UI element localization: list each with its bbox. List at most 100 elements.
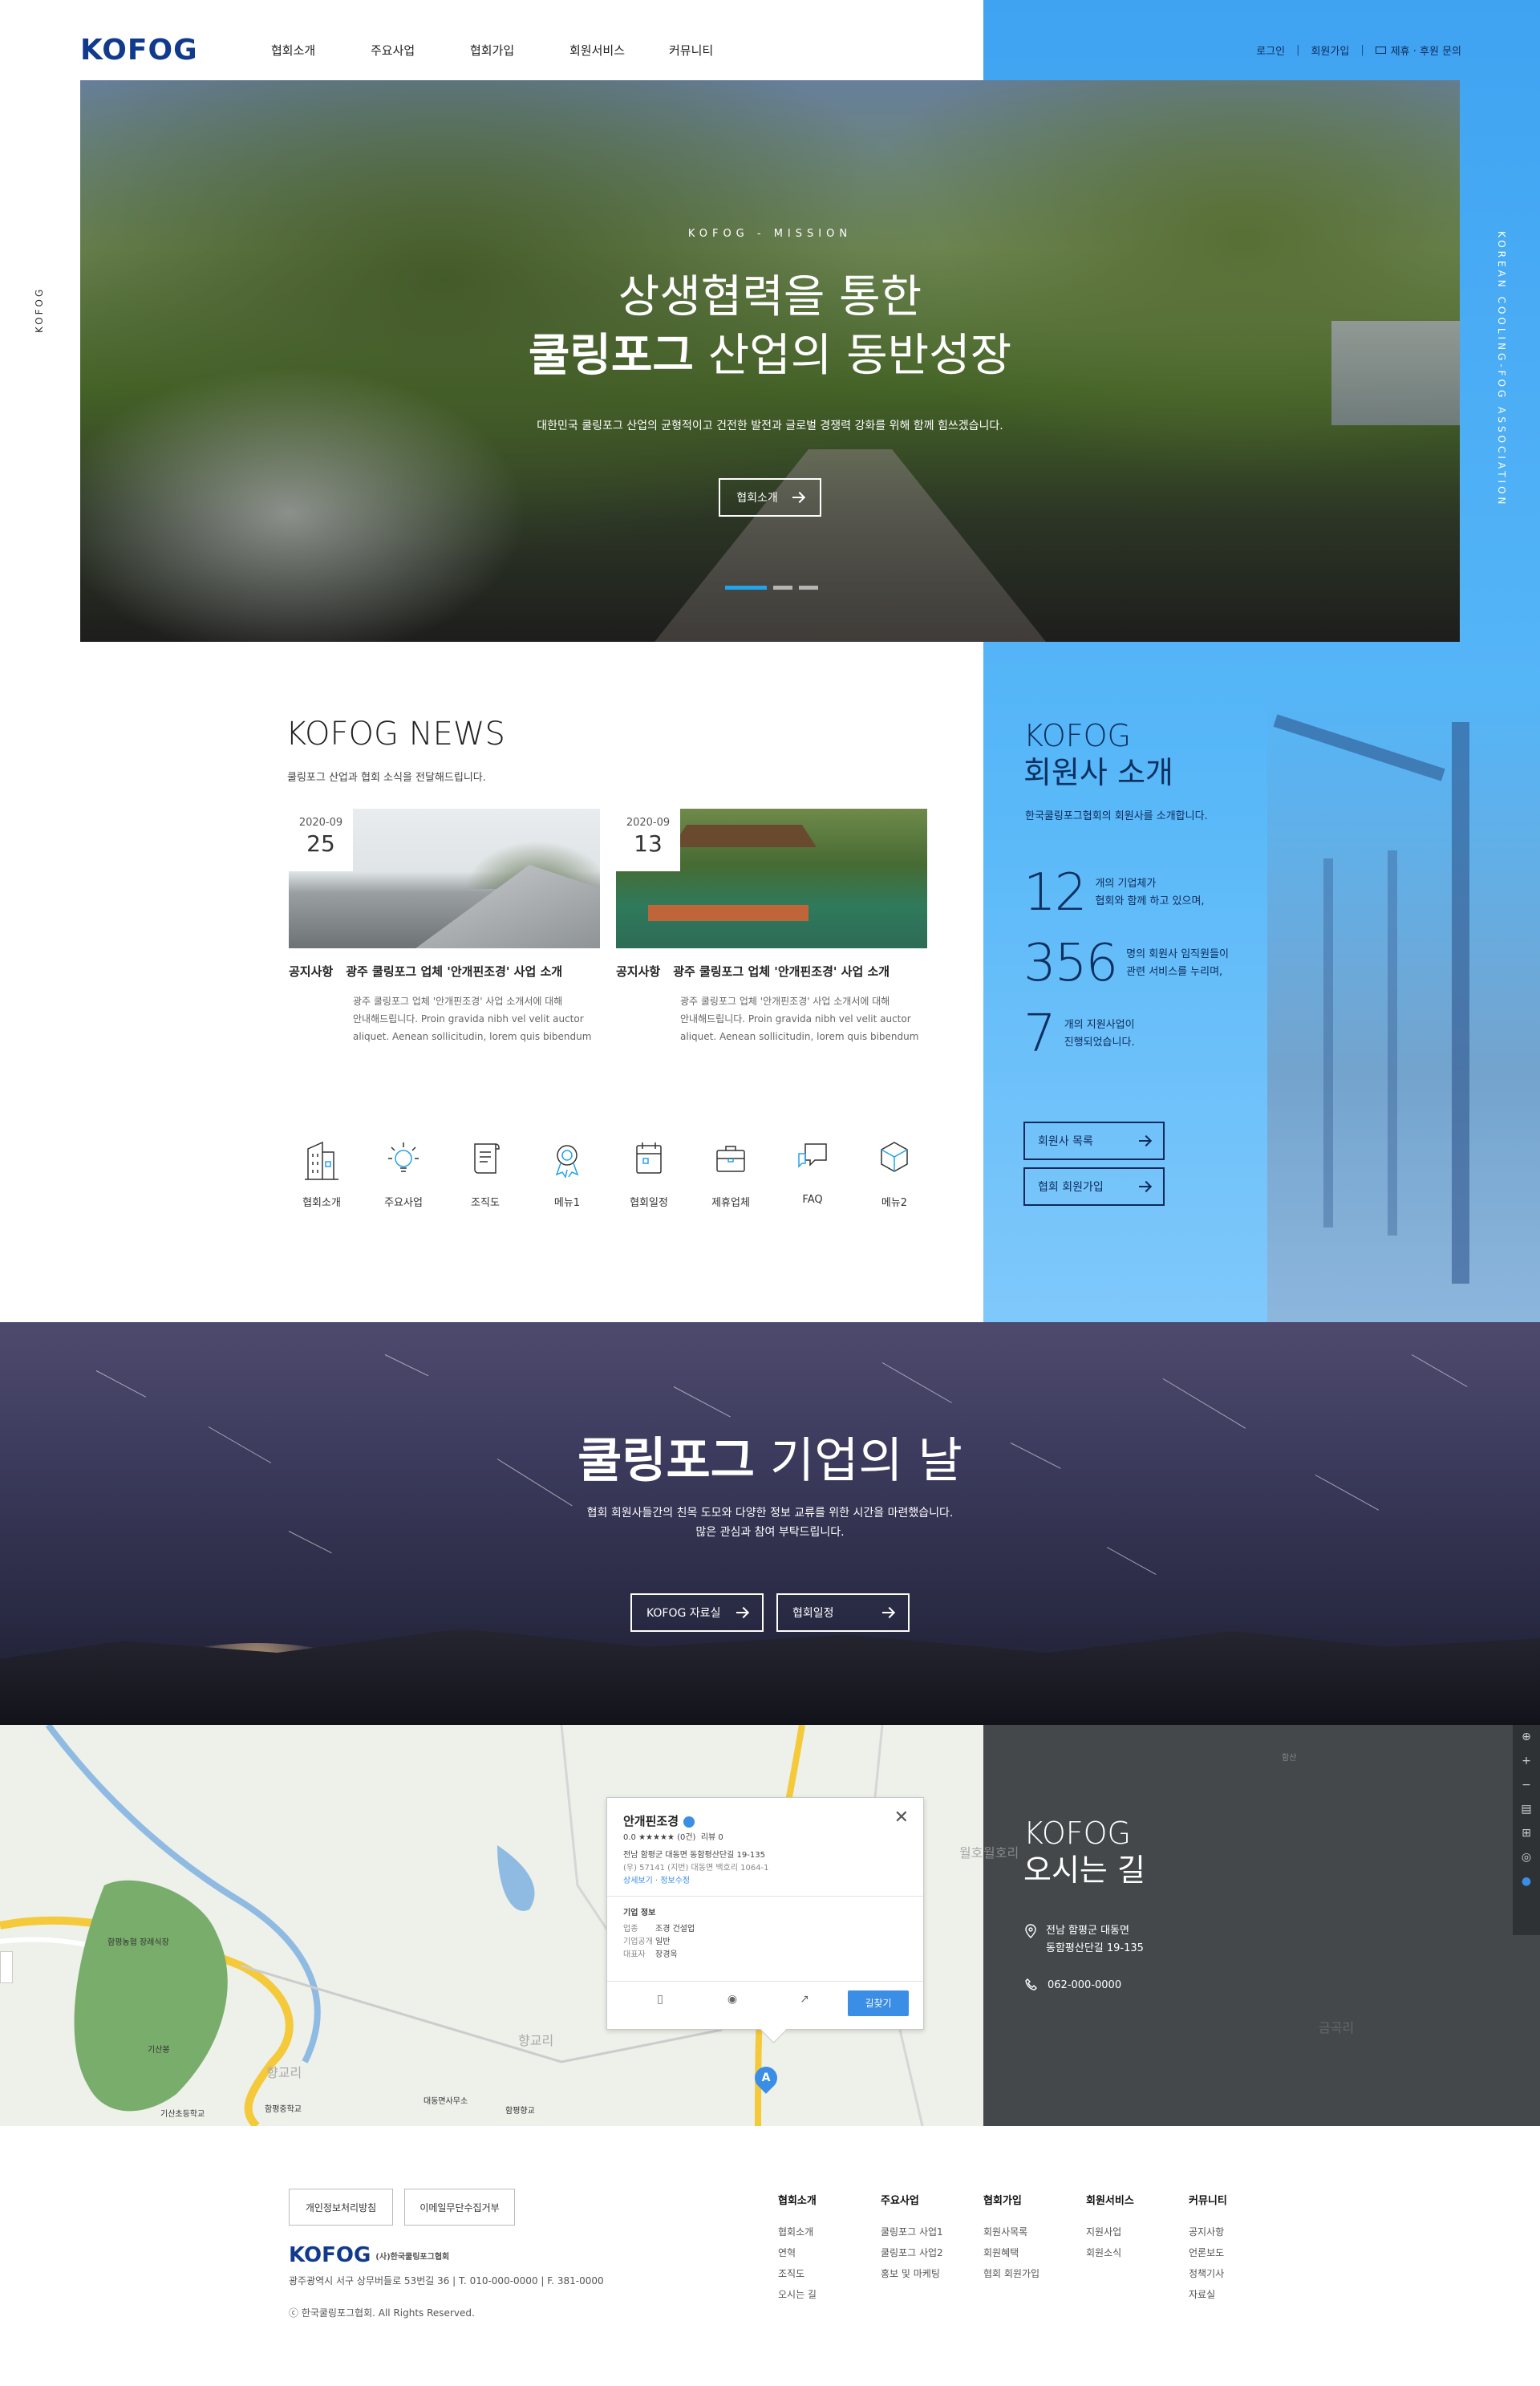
find-route-button[interactable]: 길찾기: [848, 1990, 909, 2016]
footer-link[interactable]: 공지사항: [1189, 2222, 1291, 2242]
footer-link[interactable]: 조직도: [778, 2263, 881, 2284]
site-logo[interactable]: KOFOG: [80, 34, 198, 67]
footer-link[interactable]: 홍보 및 마케팅: [881, 2263, 983, 2284]
info-row: 대표자 장경옥: [623, 1949, 678, 1961]
member-list-button[interactable]: 회원사 목록: [1023, 1122, 1165, 1160]
footer-col-title[interactable]: 주요사업: [881, 2192, 983, 2207]
footer-link[interactable]: 쿨링포그 사업2: [881, 2242, 983, 2263]
stat-companies: 12 개의 기업체가 협회와 함께 하고 있으며,: [1023, 863, 1205, 923]
quick-item-org[interactable]: 조직도: [444, 1138, 526, 1209]
news-card[interactable]: 2020-09 13 공지사항 광주 쿨링포그 업체 '안개핀조경' 사업 소개 …: [616, 809, 927, 1045]
news-date-day: 25: [306, 830, 335, 857]
archive-button[interactable]: KOFOG 자료실: [630, 1593, 764, 1632]
news-heading[interactable]: 공지사항 광주 쿨링포그 업체 '안개핀조경' 사업 소개: [289, 963, 600, 980]
footer-col-title[interactable]: 협회소개: [778, 2192, 881, 2207]
quick-item-partner[interactable]: 제휴업체: [690, 1138, 772, 1209]
member-join-button[interactable]: 협회 회원가입: [1023, 1167, 1165, 1206]
info-value: 장경옥: [655, 1950, 678, 1959]
quick-item-schedule[interactable]: 협회일정: [608, 1138, 690, 1209]
join-link[interactable]: 회원가입: [1311, 43, 1349, 58]
news-card[interactable]: 2020-09 25 공지사항 광주 쿨링포그 업체 '안개핀조경' 사업 소개 …: [289, 809, 600, 1045]
place-name: 안개핀조경: [623, 1812, 695, 1829]
contact-link[interactable]: 제휴 · 후원 문의: [1391, 43, 1461, 58]
map-side-toggle[interactable]: [0, 1951, 13, 1983]
event-description: 협회 회원사들간의 친목 도모와 다양한 정보 교류를 위한 시간을 마련했습니…: [0, 1503, 1540, 1542]
location-title-line1: KOFOG: [1023, 1816, 1131, 1851]
footer-col-title[interactable]: 협회가입: [983, 2192, 1086, 2207]
footer-link[interactable]: 언론보도: [1189, 2242, 1291, 2263]
button-label: 협회일정: [792, 1607, 834, 1620]
arrow-right-icon: [1139, 1140, 1150, 1142]
footer-link[interactable]: 회원사목록: [983, 2222, 1086, 2242]
news-heading[interactable]: 공지사항 광주 쿨링포그 업체 '안개핀조경' 사업 소개: [616, 963, 927, 980]
footer-link[interactable]: 지원사업: [1086, 2222, 1189, 2242]
hero-title-bold: 쿨링포그: [528, 330, 694, 382]
footer-link[interactable]: 연혁: [778, 2242, 881, 2263]
zoom-out-icon[interactable]: −: [1513, 1773, 1540, 1797]
info-title: 기업 정보: [623, 1909, 656, 1917]
close-icon[interactable]: ✕: [894, 1808, 909, 1828]
nav-item-join[interactable]: 협회가입: [470, 42, 569, 59]
footer-link[interactable]: 회원혜택: [983, 2242, 1086, 2263]
slider-dot-1[interactable]: [725, 586, 767, 590]
quick-item-label: FAQ: [802, 1194, 823, 1206]
privacy-policy-button[interactable]: 개인정보처리방침: [289, 2189, 393, 2226]
quick-item-faq[interactable]: FAQ: [772, 1138, 853, 1209]
map-marker[interactable]: A: [750, 2062, 782, 2094]
event-title: 쿨링포그 기업의 날: [0, 1422, 1540, 1491]
nav-item-about[interactable]: 협회소개: [271, 42, 371, 59]
place-links[interactable]: 상세보기 · 정보수정: [623, 1875, 690, 1887]
hero-slider: KOFOG - MISSION 상생협력을 통한 쿨링포그 산업의 동반성장 대…: [80, 80, 1460, 642]
event-title-rest: 기업의 날: [754, 1433, 962, 1489]
footer-col-title[interactable]: 커뮤니티: [1189, 2192, 1291, 2207]
quick-item-label: 협회일정: [630, 1197, 668, 1209]
slider-dot-3[interactable]: [799, 586, 818, 590]
zoom-in-icon[interactable]: +: [1513, 1749, 1540, 1773]
quick-item-label: 조직도: [471, 1197, 500, 1209]
photo-pole: [1452, 722, 1469, 1284]
map-label: 함산: [1282, 1754, 1297, 1763]
schedule-button[interactable]: 협회일정: [776, 1593, 910, 1632]
footer-link[interactable]: 협회소개: [778, 2222, 881, 2242]
map-pin-icon[interactable]: ●: [1513, 1869, 1540, 1893]
bookmark-icon[interactable]: ▯: [650, 1993, 670, 2012]
nav-item-service[interactable]: 회원서비스: [569, 42, 669, 59]
compass-icon[interactable]: ◎: [1513, 1845, 1540, 1869]
map-label: 함평농협 장례식장: [107, 1938, 169, 1947]
footer-link[interactable]: 쿨링포그 사업1: [881, 2222, 983, 2242]
location-icon[interactable]: ◉: [723, 1993, 742, 2012]
quick-item-about[interactable]: 협회소개: [281, 1138, 363, 1209]
stat-text: 개의 지원사업이 진행되었습니다.: [1064, 1016, 1135, 1052]
news-date: 2020-09 25: [289, 809, 353, 871]
footer-link[interactable]: 자료실: [1189, 2284, 1291, 2305]
divider: |: [1296, 44, 1300, 56]
footer-link[interactable]: 오시는 길: [778, 2284, 881, 2305]
email-refusal-button[interactable]: 이메일무단수집거부: [404, 2189, 515, 2226]
arrow-right-icon: [792, 497, 804, 498]
marker-label: A: [761, 2072, 771, 2084]
footer-link[interactable]: 정책기사: [1189, 2263, 1291, 2284]
quick-item-menu1[interactable]: 메뉴1: [526, 1138, 608, 1209]
stat-line: 명의 회원사 임직원들이: [1126, 948, 1230, 960]
grid-icon[interactable]: ⊞: [1513, 1821, 1540, 1845]
footer-link[interactable]: 협회 회원가입: [983, 2263, 1086, 2284]
footer-link[interactable]: 회원소식: [1086, 2242, 1189, 2263]
quick-item-menu2[interactable]: 메뉴2: [853, 1138, 935, 1209]
location-pin-icon: [1025, 1924, 1036, 1938]
stat-number: 356: [1023, 934, 1118, 993]
place-name-text: 안개핀조경: [623, 1814, 679, 1828]
hero-title-line1: 상생협력을 통한: [618, 271, 922, 323]
footer-col-title[interactable]: 회원서비스: [1086, 2192, 1189, 2207]
login-link[interactable]: 로그인: [1256, 43, 1285, 58]
quick-item-business[interactable]: 주요사업: [363, 1138, 444, 1209]
arrow-right-icon: [736, 1612, 748, 1613]
footer-copyright: ⓒ 한국쿨링포그협회. All Rights Reserved.: [289, 2307, 475, 2319]
share-icon[interactable]: ↗: [795, 1993, 814, 2012]
layers-icon[interactable]: ▤: [1513, 1797, 1540, 1821]
nav-item-community[interactable]: 커뮤니티: [669, 42, 768, 59]
slider-dot-2[interactable]: [773, 586, 792, 590]
nav-item-business[interactable]: 주요사업: [371, 42, 470, 59]
locate-icon[interactable]: ⊕: [1513, 1725, 1540, 1749]
hero-about-button[interactable]: 협회소개: [719, 478, 821, 517]
footer-logo-text: KOFOG: [289, 2243, 371, 2267]
